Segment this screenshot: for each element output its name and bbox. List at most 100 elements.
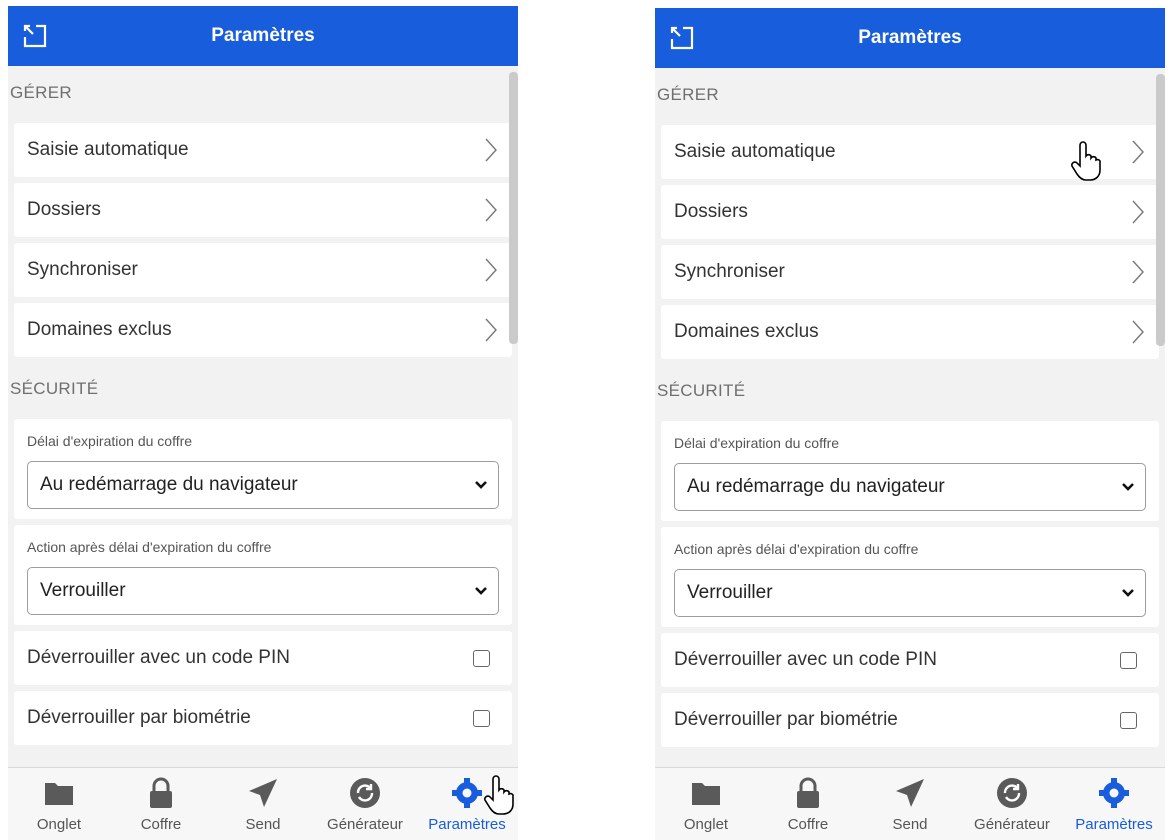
- settings-item-label: Saisie automatique: [27, 139, 189, 160]
- settings-item-label: Synchroniser: [27, 259, 138, 280]
- chevron-right-icon: [485, 258, 497, 282]
- paper-plane-icon: [896, 779, 924, 807]
- chevron-right-icon: [485, 138, 497, 162]
- section-title-manage: GÉRER: [657, 85, 719, 104]
- settings-item-label: Dossiers: [674, 201, 748, 222]
- header-bar: Paramètres: [8, 6, 518, 66]
- biometric-unlock-checkbox[interactable]: [473, 709, 490, 727]
- settings-item-sync[interactable]: Synchroniser: [661, 245, 1159, 299]
- scrollbar-thumb[interactable]: [1156, 74, 1165, 346]
- tab-label: Coffre: [787, 816, 829, 833]
- timeout-action-select[interactable]: Verrouiller: [674, 569, 1146, 617]
- popup-panel-right: Paramètres GÉRER Saisie automatique Doss…: [655, 8, 1165, 840]
- timeout-action-value: Verrouiller: [687, 582, 773, 603]
- biometric-unlock-row[interactable]: Déverrouiller par biométrie: [14, 691, 512, 745]
- gear-icon: [452, 778, 482, 808]
- biometric-unlock-label: Déverrouiller par biométrie: [27, 707, 251, 728]
- biometric-unlock-checkbox[interactable]: [1120, 711, 1137, 729]
- chevron-right-icon: [485, 198, 497, 222]
- timeout-action-field: Action après délai d'expiration du coffr…: [661, 527, 1159, 627]
- tab-generateur[interactable]: Générateur: [961, 768, 1063, 840]
- bottom-tab-bar: Onglet Coffre Send Générateur Paramètres: [655, 767, 1165, 840]
- pin-unlock-checkbox[interactable]: [1120, 651, 1137, 669]
- chevron-right-icon: [1132, 260, 1144, 284]
- biometric-unlock-label: Déverrouiller par biométrie: [674, 709, 898, 730]
- vault-timeout-field: Délai d'expiration du coffre Au redémarr…: [14, 419, 512, 519]
- tab-send[interactable]: Send: [212, 768, 314, 840]
- popout-icon[interactable]: [669, 25, 695, 51]
- chevron-right-icon: [1132, 200, 1144, 224]
- tab-send[interactable]: Send: [859, 768, 961, 840]
- vault-timeout-label: Délai d'expiration du coffre: [27, 433, 193, 449]
- settings-item-autofill[interactable]: Saisie automatique: [14, 123, 512, 177]
- tab-label: Coffre: [140, 816, 182, 833]
- vault-timeout-field: Délai d'expiration du coffre Au redémarr…: [661, 421, 1159, 521]
- chevron-down-icon: [1122, 589, 1134, 597]
- gear-icon: [1099, 778, 1129, 808]
- refresh-icon: [350, 778, 380, 808]
- bottom-tab-bar: Onglet Coffre Send Générateur Paramètres: [8, 767, 518, 840]
- paper-plane-icon: [249, 779, 277, 807]
- biometric-unlock-row[interactable]: Déverrouiller par biométrie: [661, 693, 1159, 747]
- settings-item-label: Dossiers: [27, 199, 101, 220]
- chevron-down-icon: [1122, 483, 1134, 491]
- section-title-manage: GÉRER: [10, 83, 72, 102]
- chevron-down-icon: [475, 587, 487, 595]
- tab-label: Générateur: [974, 816, 1050, 833]
- settings-item-excluded-domains[interactable]: Domaines exclus: [661, 305, 1159, 359]
- pin-unlock-row[interactable]: Déverrouiller avec un code PIN: [14, 631, 512, 685]
- tab-label: Onglet: [683, 816, 729, 833]
- tab-label: Send: [892, 816, 928, 833]
- tab-parametres[interactable]: Paramètres: [1063, 768, 1165, 840]
- vault-timeout-select[interactable]: Au redémarrage du navigateur: [674, 463, 1146, 511]
- folder-icon: [45, 783, 73, 805]
- tab-onglet[interactable]: Onglet: [8, 768, 110, 840]
- lock-icon: [150, 777, 172, 808]
- section-title-security: SÉCURITÉ: [657, 381, 746, 400]
- vault-timeout-value: Au redémarrage du navigateur: [40, 474, 298, 495]
- page-title: Paramètres: [211, 25, 315, 46]
- settings-content: GÉRER Saisie automatique Dossiers Synchr…: [8, 66, 518, 768]
- page-title: Paramètres: [858, 27, 962, 48]
- tab-onglet[interactable]: Onglet: [655, 768, 757, 840]
- tab-label: Onglet: [36, 816, 82, 833]
- scrollbar-thumb[interactable]: [509, 72, 518, 344]
- settings-item-folders[interactable]: Dossiers: [14, 183, 512, 237]
- timeout-action-value: Verrouiller: [40, 580, 126, 601]
- settings-item-excluded-domains[interactable]: Domaines exclus: [14, 303, 512, 357]
- tab-label: Paramètres: [1075, 816, 1153, 833]
- settings-item-folders[interactable]: Dossiers: [661, 185, 1159, 239]
- pin-unlock-checkbox[interactable]: [473, 649, 490, 667]
- settings-item-label: Domaines exclus: [674, 321, 819, 342]
- tab-label: Générateur: [327, 816, 403, 833]
- timeout-action-select[interactable]: Verrouiller: [27, 567, 499, 615]
- settings-item-sync[interactable]: Synchroniser: [14, 243, 512, 297]
- chevron-down-icon: [475, 481, 487, 489]
- hand-cursor-icon: [484, 775, 514, 815]
- refresh-icon: [997, 778, 1027, 808]
- header-bar: Paramètres: [655, 8, 1165, 68]
- pin-unlock-row[interactable]: Déverrouiller avec un code PIN: [661, 633, 1159, 687]
- timeout-action-field: Action après délai d'expiration du coffr…: [14, 525, 512, 625]
- lock-icon: [797, 777, 819, 808]
- settings-item-label: Synchroniser: [674, 261, 785, 282]
- tab-coffre[interactable]: Coffre: [757, 768, 859, 840]
- popout-icon[interactable]: [22, 23, 48, 49]
- vault-timeout-select[interactable]: Au redémarrage du navigateur: [27, 461, 499, 509]
- settings-item-label: Saisie automatique: [674, 141, 836, 162]
- chevron-right-icon: [1132, 140, 1144, 164]
- timeout-action-label: Action après délai d'expiration du coffr…: [27, 539, 272, 555]
- settings-item-label: Domaines exclus: [27, 319, 172, 340]
- chevron-right-icon: [1132, 320, 1144, 344]
- folder-icon: [692, 783, 720, 805]
- vault-timeout-value: Au redémarrage du navigateur: [687, 476, 945, 497]
- popup-panel-left: Paramètres GÉRER Saisie automatique Doss…: [8, 6, 518, 840]
- pin-unlock-label: Déverrouiller avec un code PIN: [674, 649, 937, 670]
- section-title-security: SÉCURITÉ: [10, 379, 99, 398]
- hand-cursor-icon: [1071, 141, 1101, 181]
- tab-generateur[interactable]: Générateur: [314, 768, 416, 840]
- vault-timeout-label: Délai d'expiration du coffre: [674, 435, 840, 451]
- tab-label: Paramètres: [428, 816, 506, 833]
- tab-coffre[interactable]: Coffre: [110, 768, 212, 840]
- pin-unlock-label: Déverrouiller avec un code PIN: [27, 647, 290, 668]
